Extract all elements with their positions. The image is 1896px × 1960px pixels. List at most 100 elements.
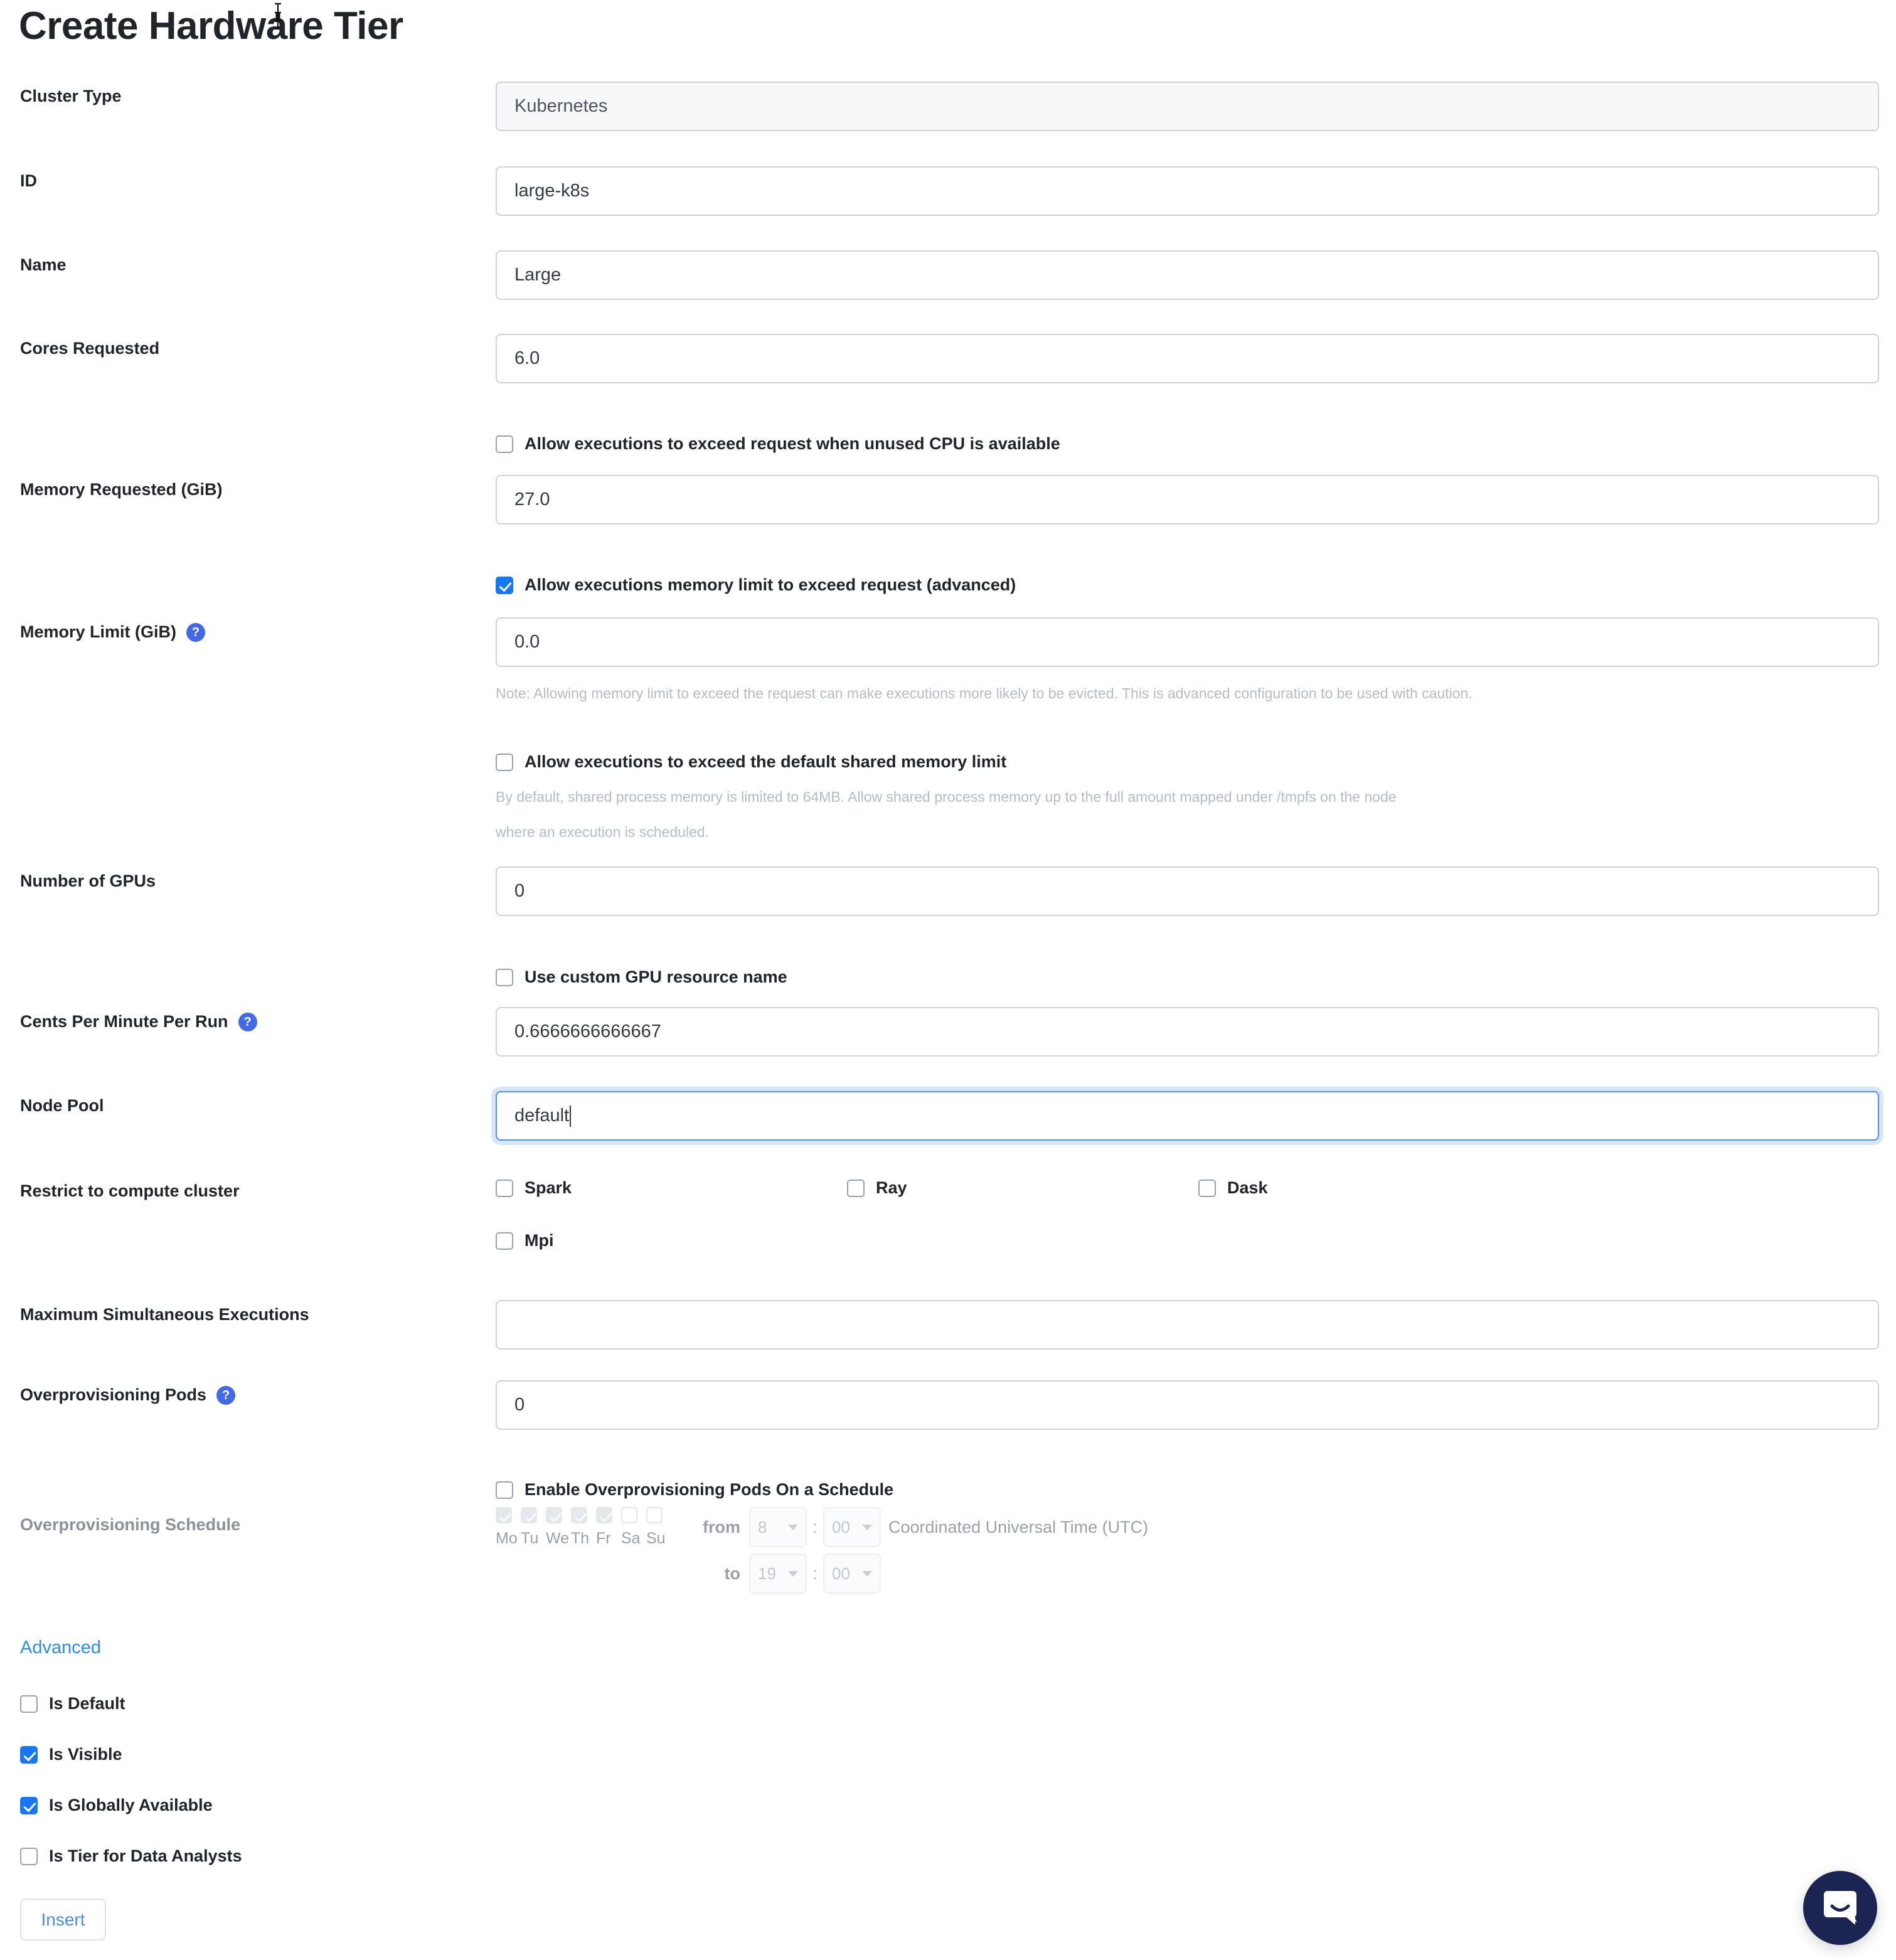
label-cents-per-minute: Cents Per Minute Per Run ? bbox=[20, 1012, 484, 1031]
checkbox-is-default[interactable] bbox=[20, 1695, 38, 1713]
checkbox-spark[interactable] bbox=[496, 1179, 513, 1197]
checkbox-custom-gpu[interactable] bbox=[496, 968, 513, 986]
schedule-from-colon: : bbox=[812, 1517, 818, 1537]
schedule-from-hour-select[interactable]: 8 bbox=[749, 1507, 807, 1547]
checkbox-row-enable-overprov-schedule[interactable]: Enable Overprovisioning Pods On a Schedu… bbox=[496, 1480, 1879, 1499]
chevron-down-icon bbox=[788, 1570, 798, 1577]
schedule-day-label-tu: Tu bbox=[521, 1530, 539, 1547]
checkbox-row-is-visible[interactable]: Is Visible bbox=[20, 1745, 122, 1764]
checkbox-label-is-globally-available: Is Globally Available bbox=[49, 1796, 213, 1814]
schedule-day-checkbox-sa[interactable] bbox=[621, 1507, 637, 1523]
checkbox-label-is-tier-for-data-analysts: Is Tier for Data Analysts bbox=[49, 1846, 242, 1865]
checkbox-label-enable-overprov-schedule: Enable Overprovisioning Pods On a Schedu… bbox=[525, 1480, 894, 1499]
schedule-to-hour-select[interactable]: 19 bbox=[749, 1553, 807, 1594]
insert-button[interactable]: Insert bbox=[20, 1899, 106, 1941]
checkbox-shared-memory[interactable] bbox=[496, 753, 513, 771]
label-node-pool: Node Pool bbox=[20, 1096, 104, 1115]
checkbox-memory-limit-exceed[interactable] bbox=[496, 576, 513, 594]
label-name: Name bbox=[20, 255, 67, 274]
checkbox-row-custom-gpu[interactable]: Use custom GPU resource name bbox=[496, 967, 1879, 987]
checkbox-row-spark[interactable]: Spark bbox=[496, 1178, 847, 1198]
number-of-gpus-input[interactable]: 0 bbox=[496, 866, 1879, 916]
cents-per-minute-input[interactable]: 0.6666666666667 bbox=[496, 1007, 1879, 1057]
label-id: ID bbox=[20, 171, 37, 190]
schedule-day-checkbox-we[interactable] bbox=[546, 1507, 562, 1523]
checkbox-enable-overprov-schedule[interactable] bbox=[496, 1481, 513, 1499]
chat-widget-button[interactable] bbox=[1803, 1871, 1877, 1945]
help-icon-cents-per-minute[interactable]: ? bbox=[238, 1012, 257, 1031]
chevron-down-icon bbox=[862, 1570, 872, 1577]
checkbox-row-is-globally-available[interactable]: Is Globally Available bbox=[20, 1796, 213, 1815]
checkbox-row-is-default[interactable]: Is Default bbox=[20, 1694, 125, 1713]
label-overprovisioning-schedule: Overprovisioning Schedule bbox=[20, 1515, 241, 1534]
checkbox-mpi[interactable] bbox=[496, 1232, 513, 1250]
label-overprovisioning-pods: Overprovisioning Pods ? bbox=[20, 1385, 484, 1405]
checkbox-ray[interactable] bbox=[847, 1179, 865, 1197]
node-pool-input[interactable]: default bbox=[496, 1091, 1879, 1141]
name-input[interactable]: Large bbox=[496, 250, 1879, 300]
overprovisioning-schedule-controls: Mo Tu We Th Fr Sa Su from 8: 00 Coordin… bbox=[496, 1507, 1879, 1600]
cluster-type-field[interactable]: Kubernetes bbox=[496, 82, 1879, 131]
checkbox-row-memory-limit-exceed[interactable]: Allow executions memory limit to exceed … bbox=[496, 575, 1879, 595]
page-title: Create Hardware Tier bbox=[19, 4, 403, 48]
checkbox-label-is-visible: Is Visible bbox=[49, 1745, 122, 1764]
shared-memory-note-line2: where an execution is scheduled. bbox=[496, 824, 710, 841]
schedule-to-colon: : bbox=[812, 1563, 818, 1583]
id-input[interactable]: large-k8s bbox=[496, 166, 1879, 216]
memory-requested-input[interactable]: 27.0 bbox=[496, 475, 1879, 525]
checkbox-label-exceed-cpu: Allow executions to exceed request when … bbox=[525, 434, 1060, 453]
chevron-down-icon bbox=[788, 1524, 798, 1530]
checkbox-label-ray: Ray bbox=[876, 1178, 907, 1197]
checkbox-is-globally-available[interactable] bbox=[20, 1796, 38, 1814]
checkbox-label-is-default: Is Default bbox=[49, 1694, 125, 1713]
help-icon-memory-limit[interactable]: ? bbox=[186, 622, 206, 642]
checkbox-is-visible[interactable] bbox=[20, 1745, 38, 1764]
schedule-from-minute-select[interactable]: 00 bbox=[823, 1507, 881, 1547]
shared-memory-note-line1: By default, shared process memory is lim… bbox=[496, 789, 1397, 805]
checkbox-label-shared-memory: Allow executions to exceed the default s… bbox=[525, 752, 1007, 771]
schedule-day-label-th: Th bbox=[571, 1530, 590, 1547]
checkbox-row-mpi[interactable]: Mpi bbox=[496, 1231, 1879, 1250]
label-restrict-compute-cluster: Restrict to compute cluster bbox=[20, 1181, 240, 1200]
chat-bubble-icon bbox=[1824, 1891, 1857, 1925]
schedule-to-minute-select[interactable]: 00 bbox=[823, 1553, 881, 1594]
node-pool-value: default bbox=[514, 1105, 570, 1126]
checkbox-row-is-tier-for-data-analysts[interactable]: Is Tier for Data Analysts bbox=[20, 1846, 242, 1866]
schedule-to-label: to bbox=[724, 1563, 740, 1583]
checkbox-row-dask[interactable]: Dask bbox=[1198, 1178, 1550, 1198]
cores-requested-input[interactable]: 6.0 bbox=[496, 334, 1879, 383]
memory-limit-note: Note: Allowing memory limit to exceed th… bbox=[496, 685, 1473, 701]
schedule-day-checkbox-tu[interactable] bbox=[521, 1507, 537, 1523]
schedule-day-checkbox-fr[interactable] bbox=[596, 1507, 612, 1523]
schedule-day-checkbox-su[interactable] bbox=[646, 1507, 663, 1523]
chevron-down-icon bbox=[862, 1524, 872, 1530]
schedule-day-label-fr: Fr bbox=[596, 1530, 611, 1547]
schedule-timezone-label: Coordinated Universal Time (UTC) bbox=[888, 1517, 1149, 1537]
checkbox-label-spark: Spark bbox=[525, 1178, 572, 1197]
checkbox-is-tier-for-data-analysts[interactable] bbox=[20, 1847, 38, 1865]
schedule-day-checkbox-th[interactable] bbox=[571, 1507, 587, 1523]
schedule-day-label-mo: Mo bbox=[496, 1530, 518, 1547]
memory-limit-input[interactable]: 0.0 bbox=[496, 617, 1879, 667]
label-memory-requested: Memory Requested (GiB) bbox=[20, 480, 223, 499]
checkbox-row-ray[interactable]: Ray bbox=[847, 1178, 1198, 1198]
text-caret bbox=[570, 1105, 572, 1127]
schedule-day-checkbox-mo[interactable] bbox=[496, 1507, 512, 1523]
checkbox-row-shared-memory[interactable]: Allow executions to exceed the default s… bbox=[496, 752, 1879, 772]
overprovisioning-pods-input[interactable]: 0 bbox=[496, 1380, 1879, 1430]
label-cores-requested: Cores Requested bbox=[20, 339, 160, 358]
schedule-day-label-we: We bbox=[546, 1530, 570, 1547]
help-icon-overprovisioning-pods[interactable]: ? bbox=[216, 1385, 236, 1405]
max-simultaneous-executions-input[interactable] bbox=[496, 1300, 1879, 1350]
checkbox-dask[interactable] bbox=[1198, 1179, 1216, 1197]
advanced-link[interactable]: Advanced bbox=[20, 1638, 101, 1658]
checkbox-exceed-cpu[interactable] bbox=[496, 435, 513, 453]
schedule-times: from 8 : 00 Coordinated Universal Time (… bbox=[696, 1507, 1148, 1600]
schedule-days: Mo Tu We Th Fr Sa Su bbox=[496, 1507, 671, 1548]
schedule-day-label-sa: Sa bbox=[621, 1530, 641, 1547]
label-max-simultaneous-executions: Maximum Simultaneous Executions bbox=[20, 1305, 309, 1324]
label-memory-limit: Memory Limit (GiB) ? bbox=[20, 622, 484, 642]
label-number-of-gpus: Number of GPUs bbox=[20, 871, 156, 890]
checkbox-row-exceed-cpu[interactable]: Allow executions to exceed request when … bbox=[496, 434, 1879, 454]
schedule-from-label: from bbox=[703, 1517, 740, 1537]
